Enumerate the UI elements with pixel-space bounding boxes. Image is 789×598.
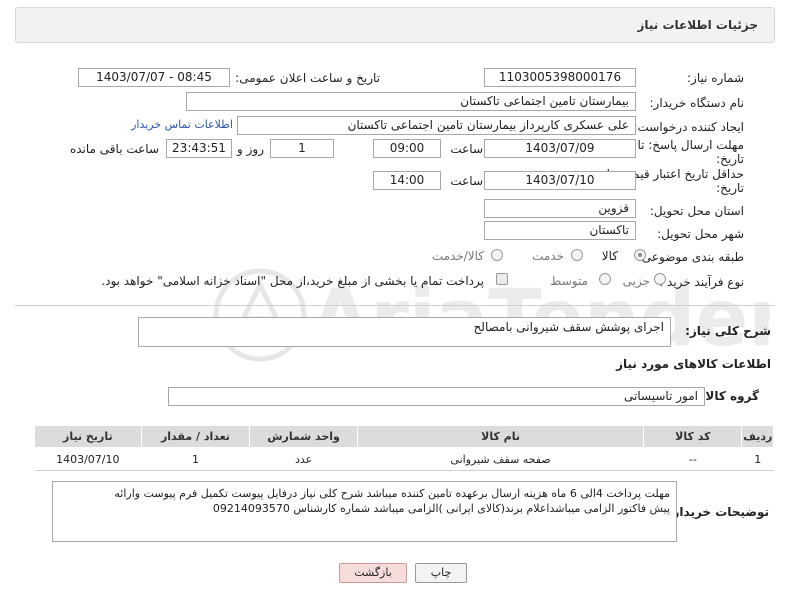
category-radio-service[interactable] <box>571 249 583 261</box>
announce-field: 1403/07/07 - 08:45 <box>78 68 230 87</box>
category-radio-goods[interactable] <box>634 249 646 261</box>
process-option-medium: متوسط <box>550 274 588 288</box>
col-quantity: تعداد / مقدار <box>140 425 251 448</box>
buyer-notes-line-1: مهلت پرداخت 4الی 6 ماه هزینه ارسال برعهد… <box>114 487 670 500</box>
category-label: طبقه بندی موضوعی: <box>637 250 744 264</box>
province-field: قزوین <box>484 199 636 218</box>
days-label: روز و <box>237 142 264 156</box>
requester-label: ایجاد کننده درخواست: <box>633 120 744 134</box>
table-header-row: ردیف کد کالا نام کالا واحد شمارش تعداد /… <box>34 425 774 448</box>
cell-item-name: صفحه سقف شیروانی <box>357 447 644 471</box>
buyer-org-field: بیمارستان تامین اجتماعی تاکستان <box>186 92 636 111</box>
cell-row-number: 1 <box>741 447 774 471</box>
goods-group-field: امور تاسیساتی <box>168 387 705 406</box>
remaining-time-field: 23:43:51 <box>166 139 232 158</box>
goods-group-label: گروه کالا: <box>700 389 759 403</box>
col-row-number: ردیف <box>741 425 774 448</box>
deadline-label-date: تاریخ: <box>716 152 744 166</box>
deadline-date-field: 1403/07/09 <box>484 139 636 158</box>
process-label: نوع فرآیند خرید : <box>659 275 744 289</box>
remaining-label: ساعت باقی مانده <box>69 142 159 156</box>
items-table: ردیف کد کالا نام کالا واحد شمارش تعداد /… <box>34 425 774 471</box>
process-radio-minor[interactable] <box>654 273 666 285</box>
buyer-notes-field: مهلت پرداخت 4الی 6 ماه هزینه ارسال برعهد… <box>52 481 677 542</box>
cell-unit: عدد <box>249 447 358 471</box>
need-number-label: شماره نیاز: <box>687 71 744 85</box>
category-radio-goods-service[interactable] <box>491 249 503 261</box>
cell-need-date: 1403/07/10 <box>34 447 142 471</box>
description-label: شرح کلی نیاز: <box>685 324 771 338</box>
description-text: اجرای پوشش سقف شیروانی بامصالح <box>473 320 664 334</box>
days-field: 1 <box>270 139 334 158</box>
category-option-service: خدمت <box>532 249 564 263</box>
buyer-notes-line-2: پیش فاکتور الزامی میباشداعلام برند(کالای… <box>212 502 670 515</box>
deadline-label: مهلت ارسال پاسخ: تا <box>637 138 744 152</box>
contact-info-link[interactable]: اطلاعات تماس خریدار <box>131 118 233 131</box>
back-button[interactable]: بازگشت <box>339 563 407 583</box>
category-option-goods-service: کالا/خدمت <box>431 249 484 263</box>
cell-item-code: -- <box>643 447 742 471</box>
validity-label-date: تاریخ: <box>716 181 744 195</box>
process-radio-medium[interactable] <box>599 273 611 285</box>
cell-quantity: 1 <box>141 447 250 471</box>
treasury-checkbox[interactable] <box>496 273 508 285</box>
category-option-goods: کالا <box>601 249 618 263</box>
description-field: اجرای پوشش سقف شیروانی بامصالح <box>138 317 671 347</box>
validity-time-label: ساعت <box>450 174 483 188</box>
payment-note: پرداخت تمام یا بخشی از مبلغ خرید،از محل … <box>101 274 484 288</box>
buyer-org-label: نام دستگاه خریدار: <box>649 96 745 110</box>
need-number-field: 1103005398000176 <box>484 68 636 87</box>
city-field: تاکستان <box>484 221 636 240</box>
page-title: جزئیات اطلاعات نیاز <box>637 18 758 32</box>
table-row: 1 -- صفحه سقف شیروانی عدد 1 1403/07/10 <box>34 447 774 471</box>
col-item-code: کد کالا <box>643 425 743 448</box>
requester-field: علی عسکری کارپرداز بیمارستان تامین اجتما… <box>237 116 636 135</box>
print-button[interactable]: چاپ <box>415 563 467 583</box>
section-divider <box>15 305 775 306</box>
process-option-minor: جزیی <box>622 274 650 288</box>
city-label: شهر محل تحویل: <box>657 227 744 241</box>
validity-date-field: 1403/07/10 <box>484 171 636 190</box>
col-need-date: تاریخ نیاز <box>34 425 142 448</box>
col-item-name: نام کالا <box>356 425 645 448</box>
buyer-notes-label: توضیحات خریدار: <box>667 505 769 519</box>
province-label: استان محل تحویل: <box>649 204 744 218</box>
validity-time-field: 14:00 <box>373 171 441 190</box>
announce-label: تاریخ و ساعت اعلان عمومی: <box>235 71 380 85</box>
deadline-time-label: ساعت <box>450 142 483 156</box>
deadline-time-field: 09:00 <box>373 139 441 158</box>
col-unit: واحد شمارش <box>249 425 358 448</box>
page-header: جزئیات اطلاعات نیاز <box>15 7 775 43</box>
goods-info-title: اطلاعات کالاهای مورد نیاز <box>616 357 771 371</box>
